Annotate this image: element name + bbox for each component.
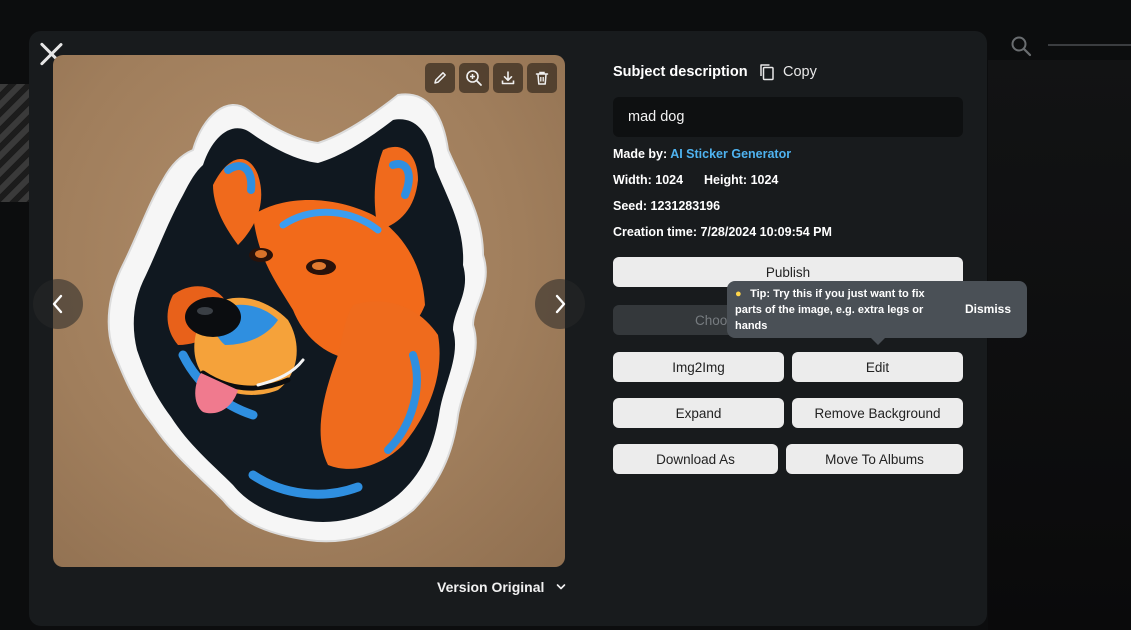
trash-icon (535, 71, 549, 85)
image-toolbar (425, 63, 557, 93)
background-panel (988, 60, 1131, 630)
seed-value: 1231283196 (650, 199, 721, 213)
download-button[interactable] (493, 63, 523, 93)
move-to-albums-button[interactable]: Move To Albums (786, 444, 963, 474)
dismiss-button[interactable]: Dismiss (965, 302, 1011, 316)
expand-button[interactable]: Expand (613, 398, 784, 428)
edit-tip-tooltip: ● Tip: Try this if you just want to fix … (727, 281, 1027, 345)
creation-time-value: 7/28/2024 10:09:54 PM (700, 225, 832, 239)
search-input-underline[interactable] (1048, 44, 1131, 46)
img2img-button[interactable]: Img2Img (613, 352, 784, 382)
background-thumbnail[interactable] (0, 84, 30, 202)
delete-button[interactable] (527, 63, 557, 93)
pencil-icon (434, 72, 446, 84)
search-icon[interactable] (1010, 35, 1032, 57)
width-label: Width: (613, 173, 652, 187)
height-label: Height: (704, 173, 748, 187)
chevron-right-icon (555, 294, 566, 314)
generated-image (53, 55, 565, 567)
subject-description-box[interactable]: mad dog (613, 97, 963, 137)
page: Version Original Subject description Cop… (0, 0, 1131, 630)
seed-label: Seed: (613, 199, 648, 213)
edit-button[interactable]: Edit (792, 352, 963, 382)
made-by-label: Made by: (613, 147, 668, 161)
creation-time-row: Creation time: 7/28/2024 10:09:54 PM (613, 225, 832, 239)
made-by-row: Made by: AI Sticker Generator (613, 147, 791, 161)
previous-image-button[interactable] (33, 279, 83, 329)
width-value: 1024 (655, 173, 684, 187)
copy-button[interactable]: Copy (759, 62, 817, 82)
version-selector[interactable]: Version Original (437, 578, 566, 596)
copy-icon (760, 64, 774, 81)
made-by-link[interactable]: AI Sticker Generator (670, 147, 791, 161)
lightbulb-icon: ● (735, 288, 742, 300)
subject-description-label: Subject description (613, 64, 748, 80)
dog-sticker-image (107, 93, 487, 543)
chevron-down-icon (557, 584, 566, 590)
edit-image-button[interactable] (425, 63, 455, 93)
creation-time-label: Creation time: (613, 225, 698, 239)
download-icon (501, 71, 515, 85)
version-label: Version Original (437, 579, 545, 595)
subject-description-text: mad dog (628, 109, 685, 125)
height-value: 1024 (750, 173, 779, 187)
next-image-button[interactable] (535, 279, 585, 329)
copy-label: Copy (783, 64, 817, 80)
dimensions-row: Width: 1024 Height: 1024 (613, 173, 778, 187)
remove-background-button[interactable]: Remove Background (792, 398, 963, 428)
download-as-button[interactable]: Download As (613, 444, 778, 474)
tip-text-block: ● Tip: Try this if you just want to fix … (735, 286, 947, 334)
zoom-button[interactable] (459, 63, 489, 93)
chevron-left-icon (52, 294, 63, 314)
zoom-in-icon (466, 70, 482, 86)
tip-text: Tip: Try this if you just want to fix pa… (735, 288, 925, 332)
seed-row: Seed: 1231283196 (613, 199, 720, 213)
